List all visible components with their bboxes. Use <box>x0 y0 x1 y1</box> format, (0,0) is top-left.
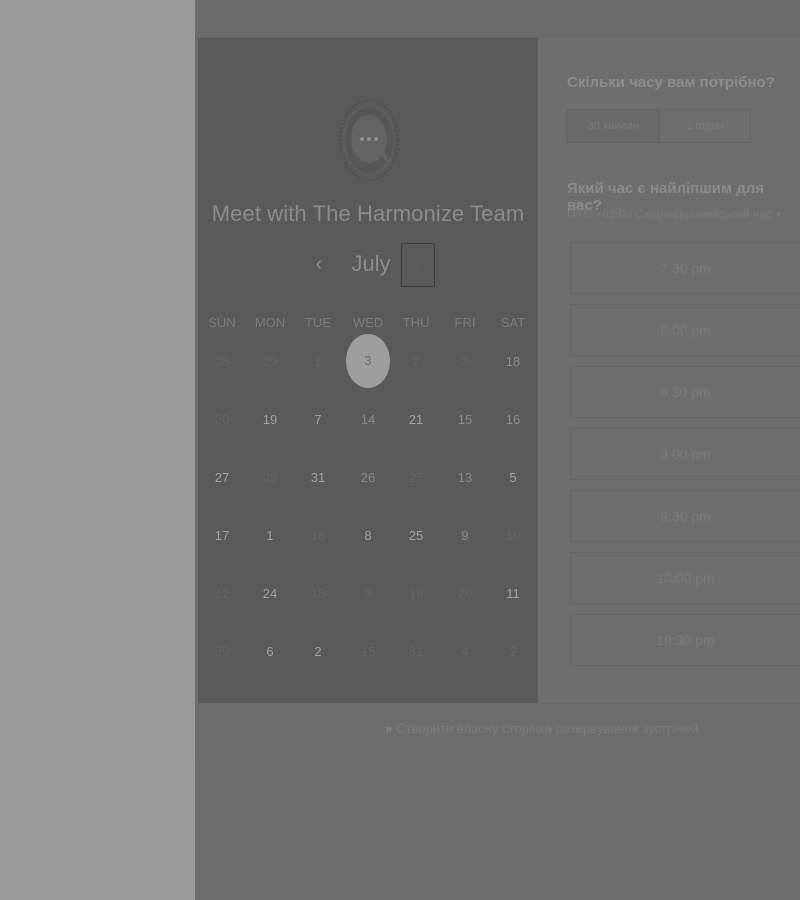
weekday-sun: SUN <box>208 315 236 330</box>
weekday-wed: WED <box>352 315 384 330</box>
double-chevron-right-icon: » <box>385 721 393 736</box>
calendar-day[interactable]: 27 <box>395 457 437 499</box>
time-slot[interactable]: 8:00 pm <box>570 304 800 356</box>
caret-down-icon: ▾ <box>775 210 781 221</box>
previous-month-button[interactable]: ‹ <box>309 253 329 275</box>
calendar-day[interactable]: 20 <box>201 399 243 441</box>
calendar-grid: 28 29 1 3 2 3 18 20 19 7 14 21 15 16 27 … <box>198 333 538 703</box>
calendar-day[interactable]: 15 <box>297 573 339 615</box>
weekday-sat: SAT <box>500 315 526 330</box>
left-gutter <box>0 0 195 900</box>
calendar-day[interactable]: 18 <box>297 515 339 557</box>
weekday-fri: FRI <box>454 315 476 330</box>
calendar-day[interactable]: 3 <box>444 341 486 383</box>
top-strip <box>195 0 800 38</box>
weekday-thu: THU <box>402 315 430 330</box>
calendar-day[interactable]: 25 <box>395 515 437 557</box>
calendar-day[interactable]: 17 <box>201 515 243 557</box>
calendar-day[interactable]: 12 <box>201 573 243 615</box>
calendar-day[interactable]: 13 <box>444 457 486 499</box>
calendar-day[interactable]: 19 <box>395 573 437 615</box>
time-selection-panel: Скільки часу вам потрібно? 30 хвилин 1 г… <box>538 38 800 703</box>
calendar-day[interactable]: 19 <box>249 399 291 441</box>
calendar-day[interactable]: 16 <box>492 399 534 441</box>
calendar-day[interactable]: 29 <box>249 341 291 383</box>
duration-option-1-hour[interactable]: 1 годин <box>660 110 751 142</box>
calendar-day[interactable]: 5 <box>492 457 534 499</box>
calendar-day[interactable]: 29 <box>201 631 243 673</box>
weekday-mon: MON <box>254 315 286 330</box>
time-slot[interactable]: 9:30 pm <box>570 490 800 542</box>
calendar-day[interactable]: 21 <box>395 399 437 441</box>
next-month-button[interactable]: › <box>401 243 435 287</box>
calendar-day[interactable]: 14 <box>347 399 389 441</box>
calendar-day[interactable]: 28 <box>201 341 243 383</box>
duration-question: Скільки часу вам потрібно? <box>567 74 775 91</box>
booking-widget: Meet with The Harmonize Team ‹ July › SU… <box>195 0 800 900</box>
calendar-day[interactable]: 1 <box>297 341 339 383</box>
calendar-day[interactable]: 28 <box>249 457 291 499</box>
calendar-day[interactable]: 20 <box>444 573 486 615</box>
calendar-day[interactable]: 18 <box>492 341 534 383</box>
calendar-day[interactable]: 15 <box>444 399 486 441</box>
chat-bubble-logo-icon <box>338 98 400 182</box>
calendar-day[interactable]: 7 <box>297 399 339 441</box>
weekday-header: SUN MON TUE WED THU FRI SAT <box>198 315 538 331</box>
calendar-day[interactable]: 2 <box>297 631 339 673</box>
timezone-select[interactable]: UTC +03:00 Східноєвропейський час ▾ <box>567 207 781 221</box>
weekday-tue: TUE <box>305 315 331 330</box>
create-booking-page-link[interactable]: » Створити власну сторінка резервування з… <box>385 721 698 736</box>
team-title: Meet with The Harmonize Team <box>211 201 525 226</box>
calendar-day[interactable]: 31 <box>395 631 437 673</box>
create-booking-page-text: Створити власну сторінка резервування зу… <box>396 721 699 736</box>
timezone-label: UTC +03:00 Східноєвропейський час <box>567 207 772 221</box>
calendar-day[interactable]: 4 <box>444 631 486 673</box>
time-slot[interactable]: 8:30 pm <box>570 366 800 418</box>
calendar-day[interactable]: 2 <box>492 631 534 673</box>
calendar-day[interactable]: 15 <box>347 631 389 673</box>
calendar-day[interactable]: 26 <box>347 457 389 499</box>
footer: » Створити власну сторінка резервування з… <box>198 703 800 756</box>
calendar-day[interactable]: 2 <box>395 341 437 383</box>
duration-options: 30 хвилин 1 годин <box>567 109 751 143</box>
duration-option-30-min[interactable]: 30 хвилин <box>568 110 660 142</box>
calendar-day[interactable]: 1 <box>249 515 291 557</box>
calendar-day[interactable]: 24 <box>249 573 291 615</box>
month-label: July <box>351 251 391 276</box>
time-slot[interactable]: 7:30 pm <box>570 242 800 294</box>
time-slot[interactable]: 9:00 pm <box>570 428 800 480</box>
calendar-day[interactable]: 9 <box>444 515 486 557</box>
calendar-day[interactable]: 31 <box>297 457 339 499</box>
calendar-day[interactable]: 10 <box>492 515 534 557</box>
calendar-day[interactable]: 11 <box>492 573 534 615</box>
calendar-day[interactable]: 9 <box>347 573 389 615</box>
time-slot[interactable]: 10:30 pm <box>570 614 800 666</box>
calendar-day[interactable]: 6 <box>249 631 291 673</box>
calendar-day[interactable]: 8 <box>347 515 389 557</box>
calendar-day-selected[interactable]: 3 <box>346 334 390 388</box>
time-slot[interactable]: 10:00 pm <box>570 552 800 604</box>
month-navigation: ‹ July › <box>198 241 538 287</box>
calendar-day[interactable]: 27 <box>201 457 243 499</box>
calendar-panel: Meet with The Harmonize Team ‹ July › SU… <box>198 38 538 703</box>
